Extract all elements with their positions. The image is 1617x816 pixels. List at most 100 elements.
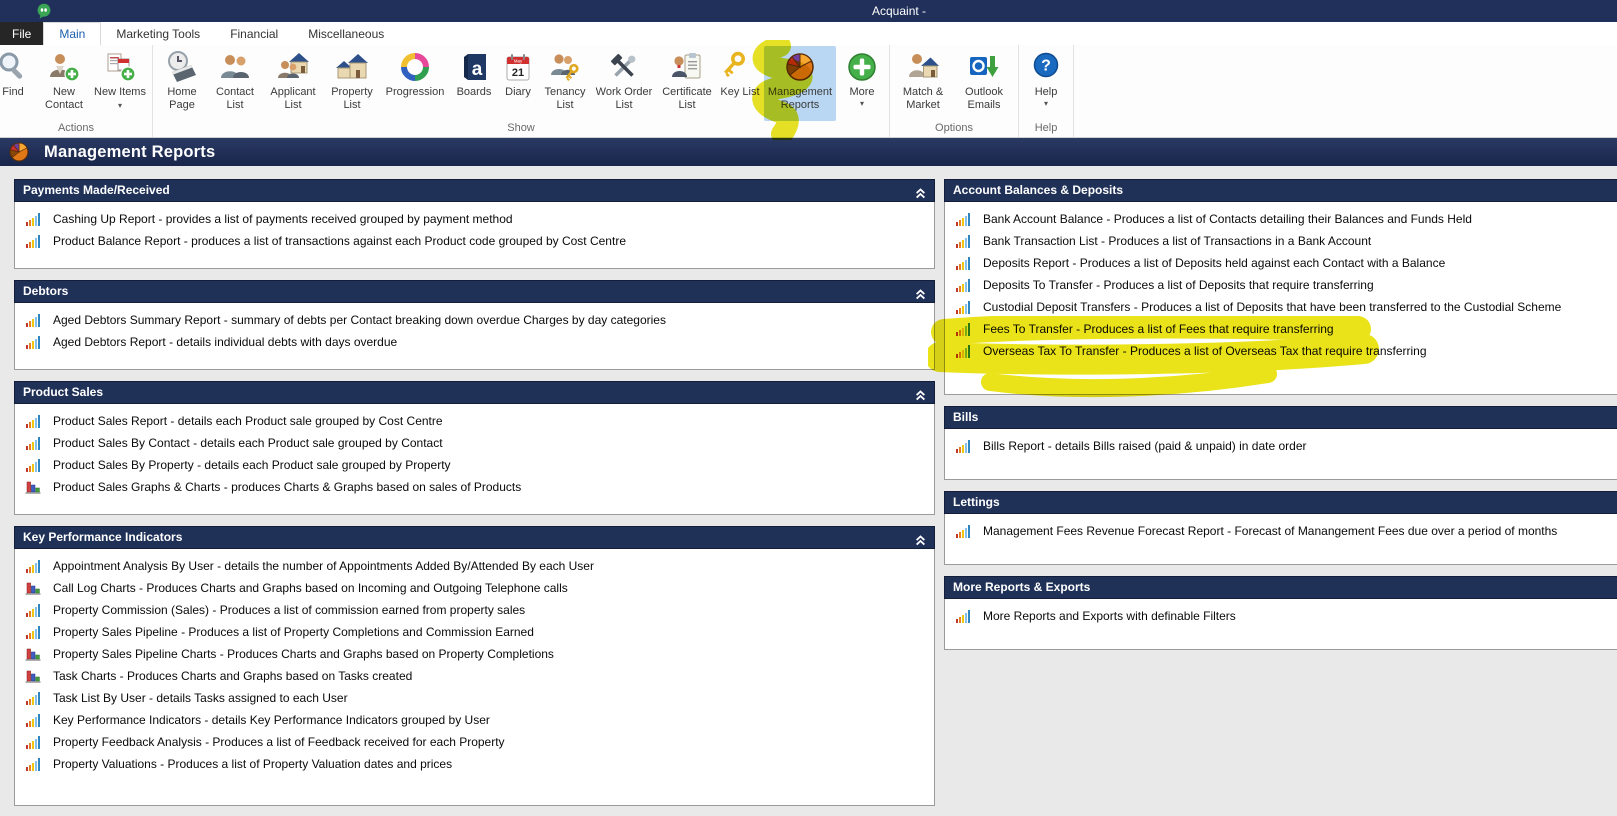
report-item-text: Product Sales By Property - details each… [53, 458, 451, 472]
report-item-product-sales-report[interactable]: Product Sales Report - details each Prod… [15, 410, 934, 432]
ribbon-button-label: Boards [457, 86, 492, 98]
tab-main[interactable]: Main [43, 22, 101, 46]
report-item-task-list-by-user[interactable]: Task List By User - details Tasks assign… [15, 687, 934, 709]
report-item-text: Property Feedback Analysis - Produces a … [53, 735, 505, 749]
report-item-property-feedback-analysis[interactable]: Property Feedback Analysis - Produces a … [15, 731, 934, 753]
bar-chart-icon [25, 602, 41, 618]
report-item-bills-report[interactable]: Bills Report - details Bills raised (pai… [945, 435, 1617, 457]
report-item-text: Custodial Deposit Transfers - Produces a… [983, 300, 1561, 314]
page-title: Management Reports [44, 143, 215, 162]
report-item-bank-account-balance[interactable]: Bank Account Balance - Produces a list o… [945, 208, 1617, 230]
bar-chart-icon [25, 334, 41, 350]
ribbon-button-diary[interactable]: May21Diary [500, 46, 536, 121]
report-item-key-performance-indicators[interactable]: Key Performance Indicators - details Key… [15, 709, 934, 731]
report-item-text: Product Sales Report - details each Prod… [53, 414, 443, 428]
ribbon-button-find[interactable]: Find [0, 46, 35, 121]
panel-header-key-performance-indicators[interactable]: Key Performance Indicators [14, 526, 935, 549]
report-item-text: Product Sales Graphs & Charts - produces… [53, 480, 521, 494]
ribbon-button-label: Applicant List [270, 86, 315, 111]
report-item-call-log-charts[interactable]: Call Log Charts - Produces Charts and Gr… [15, 577, 934, 599]
report-item-bank-transaction-list[interactable]: Bank Transaction List - Produces a list … [945, 230, 1617, 252]
ribbon-button-applicant-list[interactable]: Applicant List [264, 46, 322, 121]
ribbon-button-work-order-list[interactable]: Work Order List [594, 46, 654, 121]
ribbon-button-label: Contact List [216, 86, 254, 111]
panel-body: Appointment Analysis By User - details t… [14, 549, 935, 806]
ribbon-button-key-list[interactable]: Key List [720, 46, 760, 121]
report-item-text: Appointment Analysis By User - details t… [53, 559, 594, 573]
report-item-task-charts[interactable]: Task Charts - Produces Charts and Graphs… [15, 665, 934, 687]
ribbon-group-label: Actions [3, 121, 149, 137]
ribbon-button-home-page[interactable]: Home Page [158, 46, 206, 121]
svg-text:?: ? [1041, 58, 1051, 75]
certificate-list-icon [671, 51, 703, 83]
progression-icon [399, 51, 431, 83]
panel-header-debtors[interactable]: Debtors [14, 280, 935, 303]
report-item-product-balance-report[interactable]: Product Balance Report - produces a list… [15, 230, 934, 252]
report-item-product-sales-by-contact[interactable]: Product Sales By Contact - details each … [15, 432, 934, 454]
panel-product-sales: Product Sales Product Sales Report - deta… [14, 381, 935, 515]
collapse-panel-icon[interactable] [915, 185, 926, 196]
ribbon-button-more[interactable]: More▾ [840, 46, 884, 121]
panel-header-bills[interactable]: Bills [944, 406, 1617, 429]
ribbon-button-boards[interactable]: a Boards [452, 46, 496, 121]
report-item-appointment-analysis-by-user[interactable]: Appointment Analysis By User - details t… [15, 555, 934, 577]
panel-key-performance-indicators: Key Performance Indicators Appointment An… [14, 526, 935, 806]
ribbon-button-label: Help [1035, 86, 1058, 98]
tab-financial[interactable]: Financial [215, 22, 293, 45]
ribbon-button-progression[interactable]: Progression [382, 46, 448, 121]
ribbon-button-certificate-list[interactable]: Certificate List [658, 46, 716, 121]
report-item-deposits-report[interactable]: Deposits Report - Produces a list of Dep… [945, 252, 1617, 274]
report-item-more-reports-and-exports-with-definable-filters[interactable]: More Reports and Exports with definable … [945, 605, 1617, 627]
property-list-icon [336, 51, 368, 83]
ribbon-button-management-reports[interactable]: Management Reports [764, 46, 836, 121]
panel-header-more-reports-exports[interactable]: More Reports & Exports [944, 576, 1617, 599]
boards-icon: a [458, 51, 490, 83]
tab-miscellaneous[interactable]: Miscellaneous [293, 22, 399, 45]
report-item-aged-debtors-report[interactable]: Aged Debtors Report - details individual… [15, 331, 934, 353]
report-item-property-sales-pipeline-charts[interactable]: Property Sales Pipeline Charts - Produce… [15, 643, 934, 665]
page-header: Management Reports [0, 138, 1617, 166]
panel-header-payments-made-received[interactable]: Payments Made/Received [14, 179, 935, 202]
panel-header-product-sales[interactable]: Product Sales [14, 381, 935, 404]
collapse-panel-icon[interactable] [915, 532, 926, 543]
bar-chart-icon [25, 435, 41, 451]
bar-chart-icon [25, 312, 41, 328]
report-item-deposits-to-transfer[interactable]: Deposits To Transfer - Produces a list o… [945, 274, 1617, 296]
app-logo-icon [36, 3, 52, 19]
report-item-product-sales-graphs-charts[interactable]: Product Sales Graphs & Charts - produces… [15, 476, 934, 498]
bar-chart-icon [25, 690, 41, 706]
ribbon-button-outlook-emails[interactable]: Outlook Emails [955, 46, 1013, 121]
ribbon-button-property-list[interactable]: Property List [326, 46, 378, 121]
report-item-aged-debtors-summary-report[interactable]: Aged Debtors Summary Report - summary of… [15, 309, 934, 331]
panel-title: More Reports & Exports [953, 580, 1090, 594]
report-item-property-sales-pipeline[interactable]: Property Sales Pipeline - Produces a lis… [15, 621, 934, 643]
report-item-property-valuations[interactable]: Property Valuations - Produces a list of… [15, 753, 934, 775]
report-item-text: Property Sales Pipeline - Produces a lis… [53, 625, 534, 639]
ribbon-button-help[interactable]: ?Help▾ [1024, 46, 1068, 121]
ribbon-button-new-contact[interactable]: New Contact [39, 46, 89, 121]
ribbon-button-label: Work Order List [596, 86, 653, 111]
bar-chart-icon [955, 321, 971, 337]
collapse-panel-icon[interactable] [915, 286, 926, 297]
ribbon-button-new-items[interactable]: New Items ▾ [93, 46, 147, 121]
report-item-product-sales-by-property[interactable]: Product Sales By Property - details each… [15, 454, 934, 476]
management-reports-content: Payments Made/Received Cashing Up Report … [0, 166, 1617, 816]
report-item-property-commission-sales[interactable]: Property Commission (Sales) - Produces a… [15, 599, 934, 621]
more-icon [846, 51, 878, 83]
report-item-overseas-tax-to-transfer[interactable]: Overseas Tax To Transfer - Produces a li… [945, 340, 1617, 362]
tab-marketing-tools[interactable]: Marketing Tools [101, 22, 215, 45]
ribbon-button-tenancy-list[interactable]: Tenancy List [540, 46, 590, 121]
report-item-management-fees-revenue-forecast-report[interactable]: Management Fees Revenue Forecast Report … [945, 520, 1617, 542]
report-item-cashing-up-report[interactable]: Cashing Up Report - provides a list of p… [15, 208, 934, 230]
report-item-text: Deposits Report - Produces a list of Dep… [983, 256, 1445, 270]
collapse-panel-icon[interactable] [915, 387, 926, 398]
ribbon-button-match-market[interactable]: Match & Market [895, 46, 951, 121]
report-item-text: Management Fees Revenue Forecast Report … [983, 524, 1557, 538]
panel-header-account-balances-deposits[interactable]: Account Balances & Deposits [944, 179, 1617, 202]
report-item-fees-to-transfer[interactable]: Fees To Transfer - Produces a list of Fe… [945, 318, 1617, 340]
ribbon-button-contact-list[interactable]: Contact List [210, 46, 260, 121]
tab-file[interactable]: File [0, 22, 43, 45]
ribbon-button-label: Diary [505, 86, 531, 98]
report-item-custodial-deposit-transfers[interactable]: Custodial Deposit Transfers - Produces a… [945, 296, 1617, 318]
panel-header-lettings[interactable]: Lettings [944, 491, 1617, 514]
